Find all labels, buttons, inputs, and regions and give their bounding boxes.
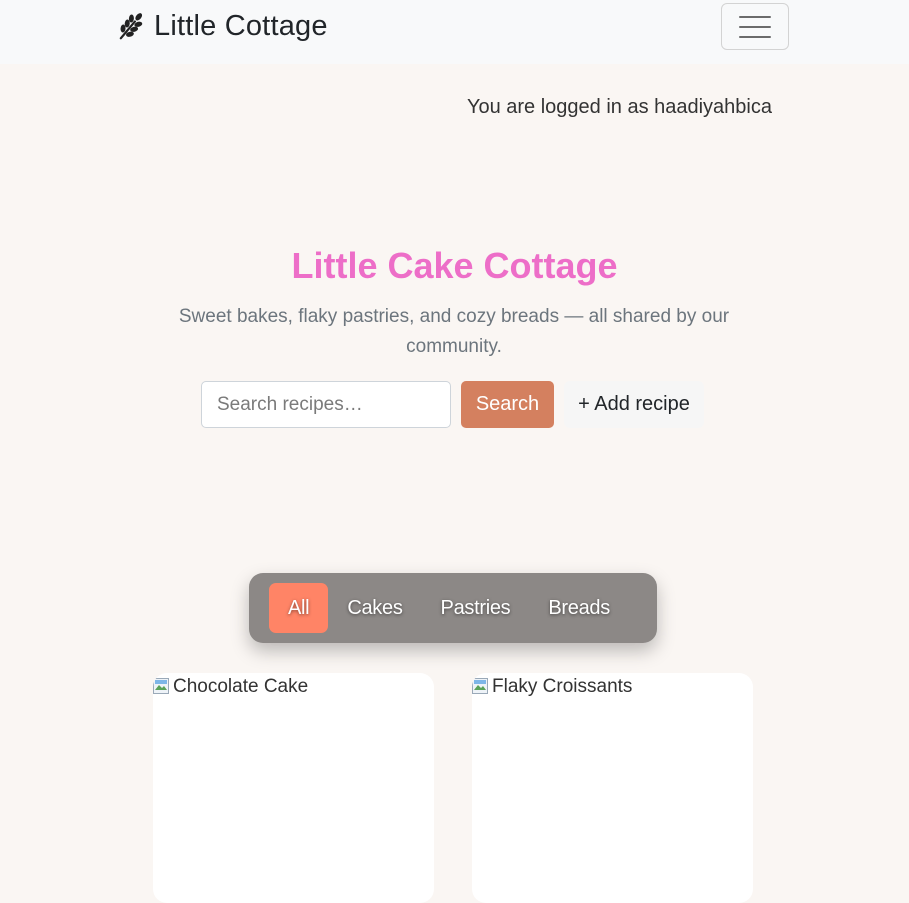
- search-input[interactable]: [201, 381, 451, 428]
- category-filter: All Cakes Pastries Breads: [249, 573, 657, 643]
- recipe-image: Flaky Croissants: [472, 673, 753, 698]
- recipe-card[interactable]: Flaky Croissants: [472, 673, 753, 903]
- search-bar: Search + Add recipe: [201, 381, 704, 428]
- logged-in-status: You are logged in as haadiyahbica: [466, 96, 772, 118]
- page-title: Little Cake Cottage: [291, 245, 618, 286]
- recipe-image: Chocolate Cake: [153, 673, 434, 698]
- navbar: Little Cottage: [0, 0, 909, 64]
- broken-image-icon: [153, 678, 169, 694]
- filter-all[interactable]: All: [269, 583, 329, 633]
- wheat-icon: [119, 13, 143, 40]
- filter-cakes[interactable]: Cakes: [328, 583, 421, 633]
- recipe-image-alt: Flaky Croissants: [492, 676, 633, 697]
- filter-pastries[interactable]: Pastries: [422, 583, 530, 633]
- brand-link[interactable]: Little Cottage: [114, 8, 328, 44]
- hamburger-menu-icon-bar: [739, 35, 771, 38]
- broken-image-icon: [472, 678, 488, 694]
- hamburger-menu-icon: [739, 15, 771, 18]
- menu-toggle-button[interactable]: [721, 3, 789, 50]
- recipe-image-alt: Chocolate Cake: [173, 676, 309, 697]
- search-button[interactable]: Search: [461, 381, 554, 428]
- add-recipe-button[interactable]: + Add recipe: [564, 381, 704, 428]
- hamburger-menu-icon-bar: [739, 25, 771, 28]
- page-subtitle: Sweet bakes, flaky pastries, and cozy br…: [178, 306, 730, 357]
- recipe-card[interactable]: Chocolate Cake: [153, 673, 434, 903]
- filter-breads[interactable]: Breads: [529, 583, 629, 633]
- brand-name: Little Cottage: [154, 9, 328, 42]
